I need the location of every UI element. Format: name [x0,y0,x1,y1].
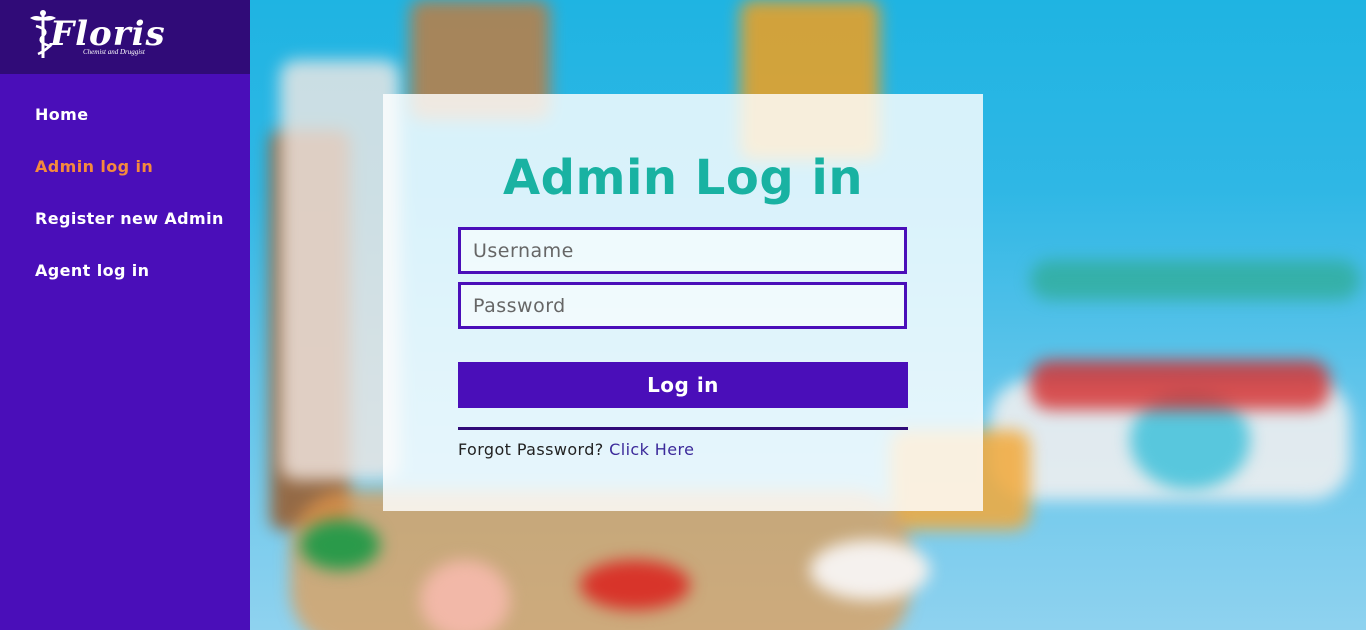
username-input[interactable] [458,227,907,274]
photo-bottle [280,60,400,480]
brand-logo[interactable]: Floris Chemist and Druggist [28,6,183,62]
divider [458,427,908,430]
sidebar-item-home: Home [0,105,250,157]
forgot-password: Forgot Password? Click Here [458,440,694,460]
nav-link-agent-login[interactable]: Agent log in [35,261,149,281]
brand-tagline: Chemist and Druggist [83,48,145,56]
page-title: Admin Log in [502,150,864,206]
forgot-password-text: Forgot Password? [458,440,604,459]
photo-pill-red [580,560,690,610]
logo-bar: Floris Chemist and Druggist [0,0,250,74]
photo-tube-red [1030,360,1330,410]
photo-tube-green [1030,260,1360,300]
sidebar: Floris Chemist and Druggist Home Admin l… [0,0,250,630]
password-input[interactable] [458,282,907,329]
login-button[interactable]: Log in [458,362,908,408]
forgot-password-link[interactable]: Click Here [609,440,694,459]
sidebar-nav: Home Admin log in Register new Admin Age… [0,74,250,313]
photo-pill-pink [420,560,510,630]
sidebar-item-admin-login: Admin log in [0,157,250,209]
nav-link-admin-login[interactable]: Admin log in [35,157,153,177]
photo-pill-white [810,540,930,600]
nav-link-register-admin[interactable]: Register new Admin [35,209,224,229]
nav-link-home[interactable]: Home [35,105,89,125]
login-panel: Admin Log in Log in Forgot Password? Cli… [383,94,983,511]
sidebar-item-agent-login: Agent log in [0,261,250,313]
photo-pill-green [300,520,380,570]
sidebar-item-register-admin: Register new Admin [0,209,250,261]
